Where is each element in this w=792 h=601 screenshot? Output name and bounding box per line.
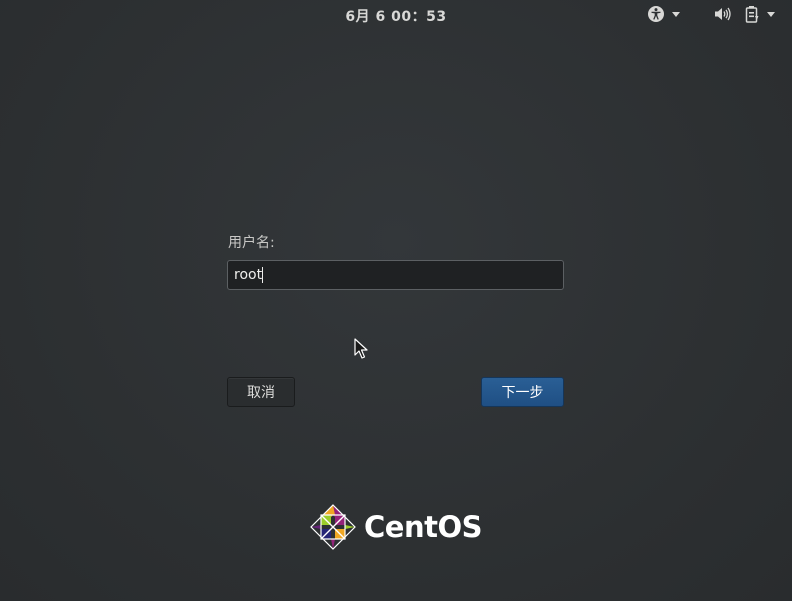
username-input[interactable]: root [227,260,564,290]
volume-icon [714,6,732,22]
mouse-pointer-icon [354,338,368,364]
next-button[interactable]: 下一步 [481,377,564,407]
text-caret [262,267,264,283]
username-label: 用户名: [228,235,275,251]
power-battery-icon [744,5,760,23]
centos-logo-text: CentOS [364,510,483,544]
top-bar: 6月 6 00：53 [0,0,792,28]
centos-logo-icon [309,503,357,551]
accessibility-icon [647,5,665,23]
accessibility-menu[interactable] [647,4,680,24]
centos-logo: CentOS [309,503,483,551]
username-value: root [234,267,263,283]
cancel-button[interactable]: 取消 [227,377,295,407]
system-menu[interactable] [714,4,775,24]
chevron-down-icon [767,11,775,17]
chevron-down-icon [672,11,680,17]
